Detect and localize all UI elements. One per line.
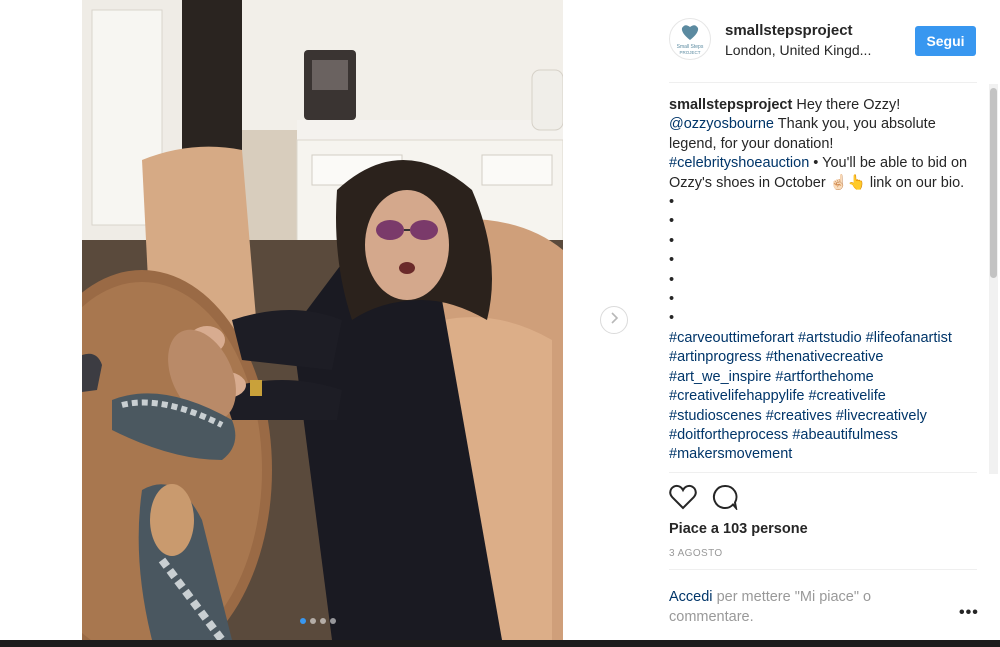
hashtag-link[interactable]: #makersmovement xyxy=(669,446,792,462)
hashtag-link[interactable]: #livecreatively xyxy=(836,408,927,424)
hashtag-link[interactable]: #artstudio xyxy=(798,330,862,346)
hashtag-link[interactable]: #celebrityshoeauction xyxy=(669,155,809,171)
hashtag-link[interactable]: #doitfortheprocess xyxy=(669,427,788,443)
avatar[interactable]: Small Steps PROJECT xyxy=(669,18,711,60)
bottom-strip xyxy=(0,640,1000,647)
hashtag-link[interactable]: #artforthehome xyxy=(775,369,873,385)
hashtag-link[interactable]: #artinprogress xyxy=(669,349,762,365)
caption-bullet: • xyxy=(669,232,675,249)
hashtag-link[interactable]: #studioscenes xyxy=(669,408,762,424)
likes-count[interactable]: Piace a 103 persone xyxy=(669,521,808,537)
photo-illustration xyxy=(82,0,563,640)
carousel-dot-active xyxy=(300,618,306,624)
carousel-dot xyxy=(310,618,316,624)
divider xyxy=(669,472,977,473)
heart-icon[interactable] xyxy=(669,484,697,512)
hashtag-link[interactable]: #art_we_inspire xyxy=(669,369,771,385)
hashtag-link[interactable]: #creativelife xyxy=(808,388,885,404)
caption-bullet: • xyxy=(669,252,675,269)
chevron-right-icon xyxy=(609,311,619,329)
hashtag-link[interactable]: #carveouttimeforart xyxy=(669,330,794,346)
login-prompt: Accedi per mettere "Mi piace" o commenta… xyxy=(669,588,919,627)
caption-bullet: • xyxy=(669,213,675,230)
post-date: 3 AGOSTO xyxy=(669,548,723,559)
caption: smallstepsproject Hey there Ozzy! @ozzyo… xyxy=(669,96,969,472)
post-header: Small Steps PROJECT smallstepsproject Lo… xyxy=(669,18,977,66)
caption-text: Hey there Ozzy! xyxy=(796,97,901,113)
location-link[interactable]: London, United Kingd... xyxy=(725,42,900,58)
next-slide-button[interactable] xyxy=(600,306,628,334)
caption-bullet: • xyxy=(669,310,675,327)
username-link[interactable]: smallstepsproject xyxy=(725,22,853,39)
avatar-text-line2: PROJECT xyxy=(679,50,700,55)
hashtag-link[interactable]: #abeautifulmess xyxy=(792,427,898,443)
post-details-panel: Small Steps PROJECT smallstepsproject Lo… xyxy=(669,0,1000,640)
divider xyxy=(669,569,977,570)
hashtag-link[interactable]: #thenativecreative xyxy=(766,349,884,365)
post-photo[interactable] xyxy=(82,0,563,640)
mention-link[interactable]: @ozzyosbourne xyxy=(669,116,774,132)
carousel-dots xyxy=(300,618,336,624)
carousel-dot xyxy=(330,618,336,624)
hashtag-link[interactable]: #creatives xyxy=(766,408,832,424)
action-bar xyxy=(669,484,739,512)
more-options-button[interactable]: ••• xyxy=(959,604,979,622)
carousel-dot xyxy=(320,618,326,624)
comment-icon[interactable] xyxy=(711,484,739,512)
divider xyxy=(669,82,977,83)
caption-bullet: • xyxy=(669,271,675,288)
caption-username[interactable]: smallstepsproject xyxy=(669,97,792,113)
scrollbar-thumb[interactable] xyxy=(990,88,997,278)
hashtag-link[interactable]: #lifeofanartist xyxy=(866,330,952,346)
caption-scrollbar[interactable] xyxy=(989,84,998,474)
hashtag-link[interactable]: #creativelifehappylife xyxy=(669,388,804,404)
caption-bullet: • xyxy=(669,291,675,308)
follow-button[interactable]: Segui xyxy=(915,26,976,56)
left-background xyxy=(0,0,82,647)
caption-bullet: • xyxy=(669,194,675,211)
login-link[interactable]: Accedi xyxy=(669,589,713,605)
